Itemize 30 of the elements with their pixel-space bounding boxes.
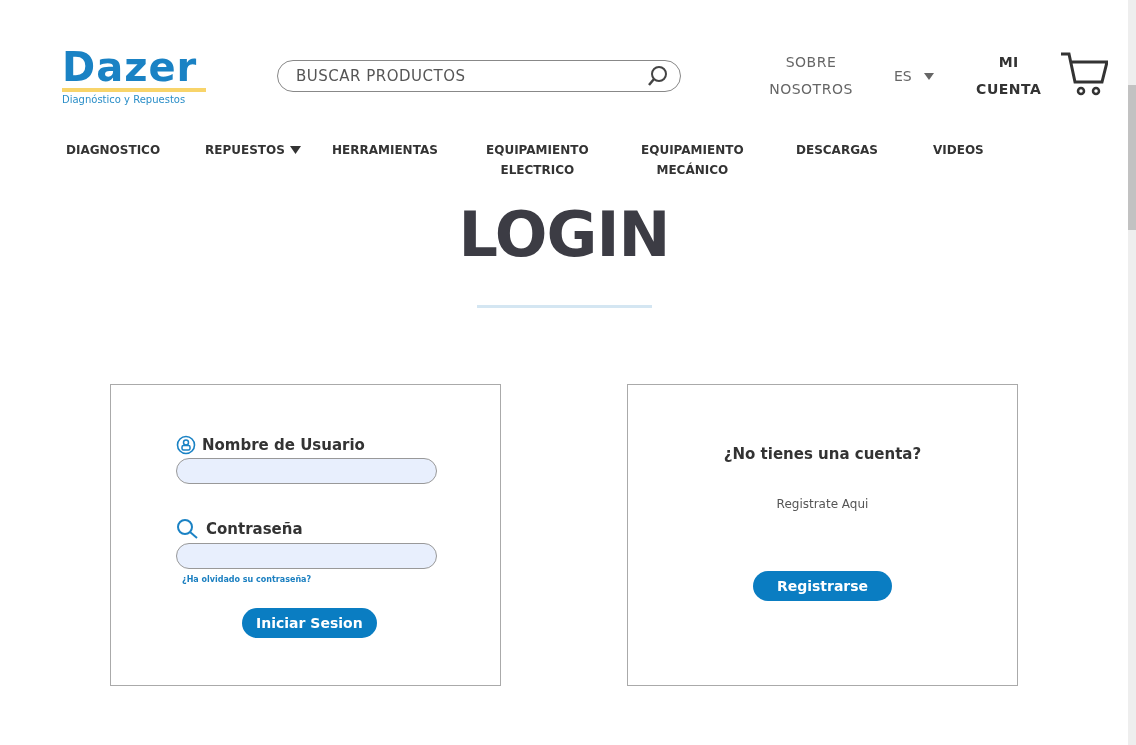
caret-icon[interactable] bbox=[923, 72, 934, 80]
nav-link[interactable]: DIAGNOSTICO bbox=[66, 140, 205, 160]
user-icon bbox=[176, 435, 196, 455]
search-icon[interactable] bbox=[647, 65, 669, 87]
register-heading: ¿No tienes una cuenta? bbox=[723, 445, 922, 463]
language-selector[interactable]: ES bbox=[894, 68, 912, 84]
page-title: LOGIN bbox=[458, 198, 670, 271]
nav-link[interactable]: DESCARGAS bbox=[796, 140, 933, 160]
field-label: Contraseña bbox=[206, 520, 303, 538]
register-button[interactable]: Registrarse bbox=[752, 571, 893, 601]
logo-tagline: Diagnóstico y Repuestos bbox=[62, 94, 187, 105]
forgot-password-link[interactable]: ¿Ha olvidado su contraseña? bbox=[182, 575, 312, 584]
scrollbar[interactable] bbox=[1128, 0, 1136, 745]
search-icon bbox=[176, 518, 200, 540]
nav-link[interactable]: EQUIPAMIENTO ELECTRICO bbox=[486, 140, 641, 180]
caret-icon bbox=[289, 146, 301, 154]
input-field[interactable] bbox=[176, 458, 437, 484]
input-field[interactable] bbox=[176, 543, 437, 569]
nav-link[interactable]: VIDEOS bbox=[933, 140, 1033, 160]
logo[interactable]: Dazer bbox=[62, 47, 206, 92]
nav-link[interactable]: HERRAMIENTAS bbox=[332, 140, 486, 160]
nav-link[interactable]: REPUESTOS bbox=[205, 140, 332, 160]
account-link[interactable]: MI CUENTA bbox=[973, 49, 1044, 103]
field-label: Nombre de Usuario bbox=[202, 436, 365, 454]
login-button[interactable]: Iniciar Sesion bbox=[242, 608, 377, 638]
about-link[interactable]: SOBRE NOSOTROS bbox=[766, 49, 856, 103]
cart-icon[interactable] bbox=[1059, 51, 1108, 97]
nav-link[interactable]: EQUIPAMIENTO MECÁNICO bbox=[641, 140, 796, 180]
register-text: Registrate Aqui bbox=[776, 497, 869, 511]
search-field[interactable]: BUSCAR PRODUCTOS bbox=[277, 60, 681, 92]
